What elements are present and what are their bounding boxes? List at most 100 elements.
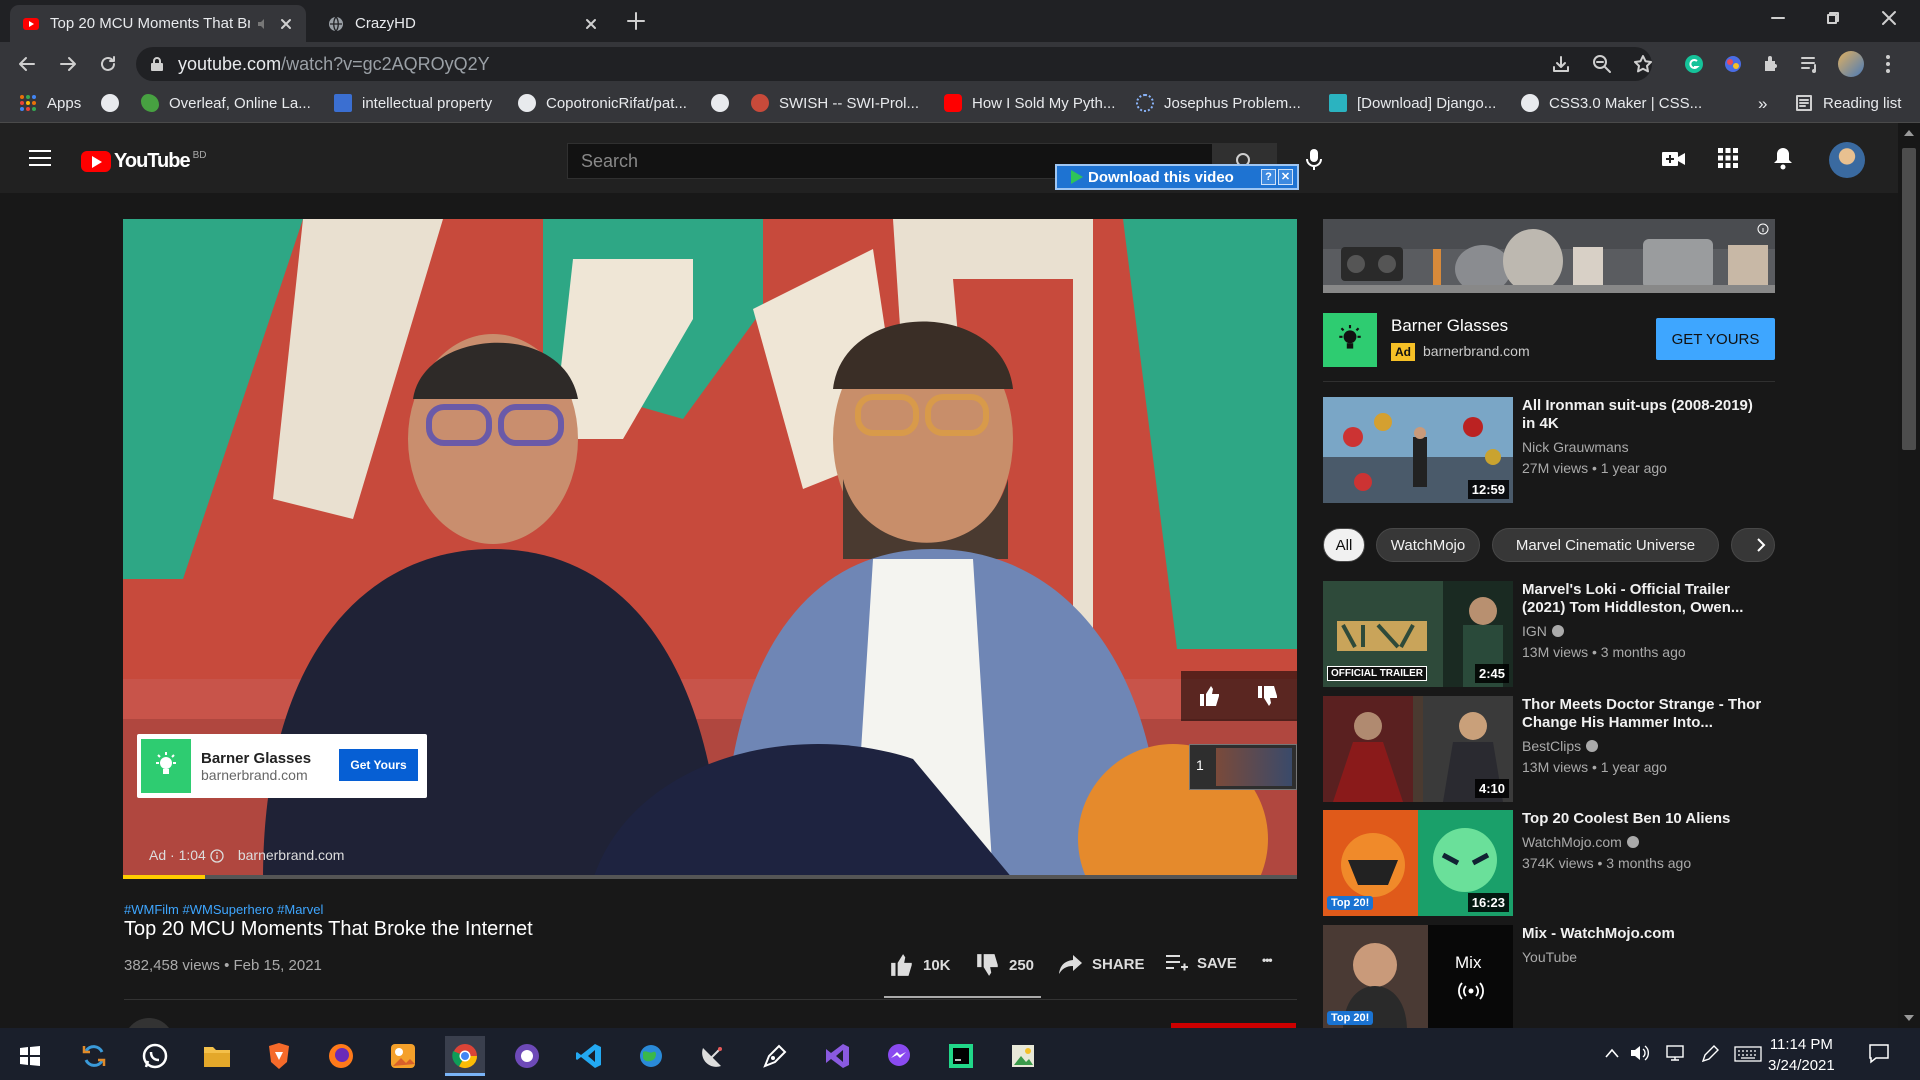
video-hashtags[interactable]: #WMFilm #WMSuperhero #Marvel (124, 902, 323, 917)
like-button[interactable]: 10K (889, 953, 951, 977)
ad-info-icon[interactable] (1757, 223, 1769, 235)
get-yours-button[interactable]: GET YOURS (1656, 318, 1775, 360)
lock-icon[interactable] (150, 56, 164, 72)
save-button[interactable]: SAVE (1165, 953, 1237, 973)
speaker-muted-icon[interactable] (256, 16, 272, 32)
youtube-logo[interactable]: YouTube BD (81, 150, 206, 173)
back-arrow-icon[interactable] (16, 53, 38, 75)
pen-icon[interactable] (1700, 1044, 1720, 1064)
bookmark-swish[interactable]: SWISH -- SWI-Prol... (751, 94, 919, 112)
taskbar-app-visual-studio[interactable] (817, 1036, 857, 1076)
taskbar-app-image-viewer[interactable] (1003, 1036, 1043, 1076)
taskbar-app-sync[interactable] (74, 1036, 114, 1076)
overlay-ad-card[interactable]: Barner Glasses barnerbrand.com Get Yours (137, 734, 427, 798)
taskbar-app-github-desktop[interactable] (507, 1036, 547, 1076)
dislike-button[interactable]: 250 (975, 953, 1034, 977)
bookmark-globe[interactable] (101, 94, 129, 112)
tab-crazyhd[interactable]: CrazyHD (315, 5, 611, 42)
video-thumbnail[interactable]: Top 20! 16:23 (1323, 810, 1513, 916)
create-video-icon[interactable] (1662, 151, 1686, 167)
download-close-button[interactable]: ✕ (1278, 169, 1293, 185)
scrollbar-thumb[interactable] (1902, 148, 1916, 450)
notifications-bell-icon[interactable] (1773, 146, 1793, 170)
bookmark-josephus[interactable]: Josephus Problem... (1136, 94, 1301, 112)
ad-domain-link[interactable]: barnerbrand.com (238, 847, 345, 863)
bookmark-star-icon[interactable] (1632, 53, 1654, 75)
sidebar-ad-card[interactable]: Barner Glasses Ad barnerbrand.com GET YO… (1323, 313, 1775, 369)
network-icon[interactable] (1665, 1044, 1685, 1062)
page-scrollbar[interactable] (1898, 123, 1920, 1028)
bookmark-django[interactable]: [Download] Django... (1329, 94, 1496, 112)
close-tab-icon[interactable] (583, 16, 599, 32)
download-video-bar[interactable]: Download this video ? ✕ (1055, 164, 1299, 190)
taskbar-app-whatsapp[interactable] (135, 1036, 175, 1076)
progress-bar[interactable] (123, 875, 1297, 879)
hamburger-menu-icon[interactable] (28, 149, 52, 167)
chevron-right-icon[interactable] (1753, 537, 1769, 553)
taskbar-app-firefox[interactable] (321, 1036, 361, 1076)
volume-icon[interactable] (1630, 1044, 1650, 1062)
channel-name[interactable]: WatchMojo.com (1522, 834, 1639, 850)
profile-avatar[interactable] (1838, 51, 1864, 77)
taskbar-app-chrome[interactable] (445, 1036, 485, 1076)
taskbar-app-vscode[interactable] (569, 1036, 609, 1076)
start-button[interactable] (10, 1036, 50, 1076)
bookmark-youtube[interactable]: How I Sold My Pyth... (944, 94, 1115, 112)
channel-name[interactable]: IGN (1522, 623, 1564, 639)
channel-avatar[interactable] (124, 1018, 174, 1028)
taskbar-app-pycharm[interactable] (941, 1036, 981, 1076)
video-player[interactable]: Barner Glasses barnerbrand.com Get Yours… (123, 219, 1297, 879)
video-thumbnail[interactable]: 4:10 (1323, 696, 1513, 802)
tray-overflow-chevron-icon[interactable] (1604, 1047, 1620, 1059)
extensions-puzzle-icon[interactable] (1760, 53, 1782, 75)
recommendation-item[interactable]: Top 20! 16:23 Top 20 Coolest Ben 10 Alie… (1323, 810, 1775, 916)
video-thumbnail[interactable]: Top 20! Mix (1323, 925, 1513, 1028)
keyboard-icon[interactable] (1734, 1046, 1762, 1062)
restore-icon[interactable] (1823, 8, 1843, 28)
media-control-icon[interactable] (1799, 53, 1821, 75)
tab-youtube[interactable]: Top 20 MCU Moments That Broke the Intern… (10, 5, 306, 42)
bookmark-css-maker[interactable]: CSS3.0 Maker | CSS... (1521, 94, 1702, 112)
channel-name[interactable]: YouTube (1522, 949, 1577, 965)
close-window-icon[interactable] (1879, 8, 1899, 28)
taskbar-app-pictures[interactable] (383, 1036, 423, 1076)
zoom-icon[interactable] (1591, 53, 1613, 75)
download-help-button[interactable]: ? (1261, 169, 1276, 185)
more-bookmarks-button[interactable]: » (1758, 94, 1767, 114)
system-clock[interactable]: 11:14 PM 3/24/2021 (1768, 1034, 1835, 1076)
bookmark-overleaf[interactable]: Overleaf, Online La... (141, 94, 311, 112)
info-icon[interactable] (210, 849, 224, 863)
recommendation-item[interactable]: 12:59 All Ironman suit-ups (2008-2019) i… (1323, 397, 1775, 503)
taskbar-app-file-explorer[interactable] (197, 1036, 237, 1076)
address-bar[interactable]: youtube.com/watch?v=gc2AQROyQ2Y (136, 47, 1652, 81)
share-button[interactable]: SHARE (1058, 953, 1145, 975)
thumbs-up-icon[interactable] (1198, 685, 1222, 707)
bookmark-apps[interactable]: Apps (19, 94, 81, 112)
channel-name[interactable]: BestClips (1522, 738, 1599, 754)
bookmark-globe-2[interactable] (711, 94, 739, 112)
chip-marvel-cinematic-universe[interactable]: Marvel Cinematic Universe (1492, 528, 1719, 562)
scroll-down-arrow-icon[interactable] (1904, 1014, 1914, 1022)
ad-next-thumbnail[interactable]: 1 (1189, 744, 1297, 790)
scroll-up-arrow-icon[interactable] (1904, 129, 1914, 137)
overlay-ad-cta-button[interactable]: Get Yours (339, 749, 418, 781)
notifications-center-icon[interactable] (1868, 1042, 1890, 1064)
bookmark-intellectual-property[interactable]: intellectual property (334, 94, 492, 112)
chip-all[interactable]: All (1323, 528, 1365, 562)
taskbar-app-inkscape[interactable] (755, 1036, 795, 1076)
channel-name[interactable]: Nick Grauwmans (1522, 439, 1629, 455)
recommendation-item[interactable]: 4:10 Thor Meets Doctor Strange - Thor Ch… (1323, 696, 1775, 802)
chip-watchmojo[interactable]: WatchMojo (1376, 528, 1480, 562)
minimize-icon[interactable] (1768, 8, 1788, 28)
apps-icon[interactable] (1718, 148, 1738, 168)
taskbar-app-satellite[interactable] (693, 1036, 733, 1076)
extension-colorful-icon[interactable] (1722, 53, 1744, 75)
video-thumbnail[interactable]: OFFICIAL TRAILER 2:45 (1323, 581, 1513, 687)
recommendation-item[interactable]: OFFICIAL TRAILER 2:45 Marvel's Loki - Of… (1323, 581, 1775, 687)
close-tab-icon[interactable] (278, 16, 294, 32)
user-avatar[interactable] (1829, 142, 1865, 178)
reload-icon[interactable] (97, 53, 119, 75)
forward-arrow-icon[interactable] (57, 53, 79, 75)
taskbar-app-brave[interactable] (259, 1036, 299, 1076)
thumbs-down-icon[interactable] (1256, 685, 1280, 707)
